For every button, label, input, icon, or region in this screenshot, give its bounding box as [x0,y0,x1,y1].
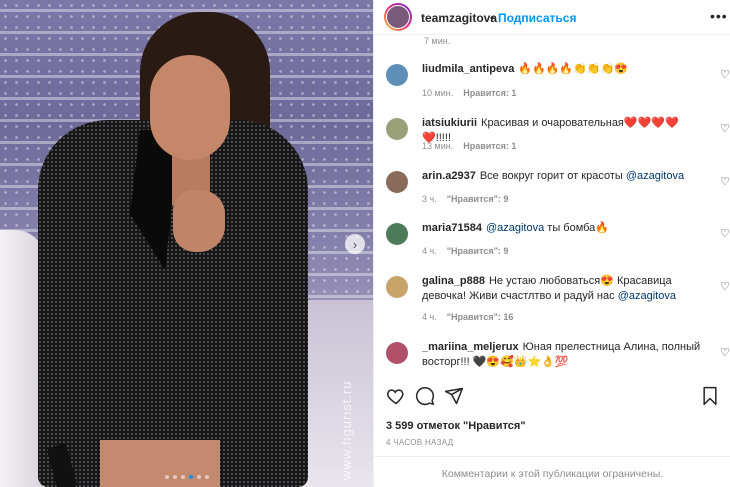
mention-link[interactable]: @azagitova [618,290,676,302]
comment-time: 4 ч. [422,312,437,322]
comment-username[interactable]: arin.a2937 [422,170,476,182]
face [150,55,230,160]
like-comment-icon[interactable]: ♡ [720,227,730,240]
comment-likes[interactable]: "Нравится": 9 [447,246,509,256]
comment-likes[interactable]: "Нравится": 9 [447,194,509,204]
like-comment-icon[interactable]: ♡ [720,280,730,293]
divider [374,456,730,457]
comment-time: 7 мин. [424,36,451,46]
like-comment-icon[interactable]: ♡ [720,68,730,81]
comment-time: 4 ч. [422,246,437,256]
avatar[interactable] [386,5,410,29]
carousel-dot [172,475,177,479]
comment-likes[interactable]: Нравится: 1 [463,88,516,98]
commenter-avatar[interactable] [386,64,408,86]
carousel-dot [196,475,201,479]
story-ring[interactable] [384,3,412,31]
comment-likes[interactable]: "Нравится": 16 [447,312,514,322]
carousel-dot [188,475,193,479]
username-link[interactable]: teamzagitova [421,11,497,25]
comment-time: 10 мин. [422,88,454,98]
comment-username[interactable]: galina_p888 [422,275,485,287]
comment-username[interactable]: _mariina_meljerux [422,341,519,353]
comments-restricted-notice: Комментарии к этой публикации ограничены… [441,468,664,480]
carousel-dot [164,475,169,479]
like-comment-icon[interactable]: ♡ [720,175,730,188]
follow-button[interactable]: Подписаться [498,11,576,25]
commenter-avatar[interactable] [386,276,408,298]
comment-likes[interactable]: Нравится: 1 [463,141,516,151]
commenter-avatar[interactable] [386,342,408,364]
carousel-dot [204,475,209,479]
mention-link[interactable]: @azagitova [486,222,544,234]
post-sidebar: teamzagitova • Подписаться ••• 7 мин. li… [373,0,730,487]
comment-icon[interactable] [415,386,435,412]
bookmark-icon[interactable] [700,386,720,412]
commenter-avatar[interactable] [386,171,408,193]
commenter-avatar[interactable] [386,118,408,140]
post-header: teamzagitova • Подписаться ••• [374,0,730,35]
separator-dot: • [490,11,495,25]
more-options-icon[interactable]: ••• [710,8,728,24]
comment-text: ты бомба🔥 [547,222,610,234]
comment-time: 13 мин. [422,141,454,151]
comment-username[interactable]: maria71584 [422,222,482,234]
comment-text: Все вокруг горит от красоты [479,170,623,182]
hand [173,190,225,252]
like-comment-icon[interactable]: ♡ [720,122,730,135]
like-comment-icon[interactable]: ♡ [720,346,730,359]
action-bar [374,386,730,410]
comment-text: 🔥🔥🔥🔥👏👏👏😍 [518,63,628,75]
carousel-dot [180,475,185,479]
post-photo[interactable]: www.figurist.ru › [0,0,373,487]
watermark: www.figurist.ru [339,380,354,480]
heart-outline-icon[interactable] [386,386,406,412]
comment-username[interactable]: liudmila_antipeva [422,63,514,75]
comment-time: 3 ч. [422,194,437,204]
likes-count[interactable]: 3 599 отметок "Нравится" [386,420,526,432]
carousel-indicator [0,475,373,479]
post-timestamp[interactable]: 4 ЧАСОВ НАЗАД [386,438,453,447]
commenter-avatar[interactable] [386,223,408,245]
comment-username[interactable]: iatsiukiurii [422,117,477,129]
paper-plane-icon[interactable] [444,386,464,412]
next-photo-button[interactable]: › [345,234,365,254]
mention-link[interactable]: @azagitova [626,170,684,182]
